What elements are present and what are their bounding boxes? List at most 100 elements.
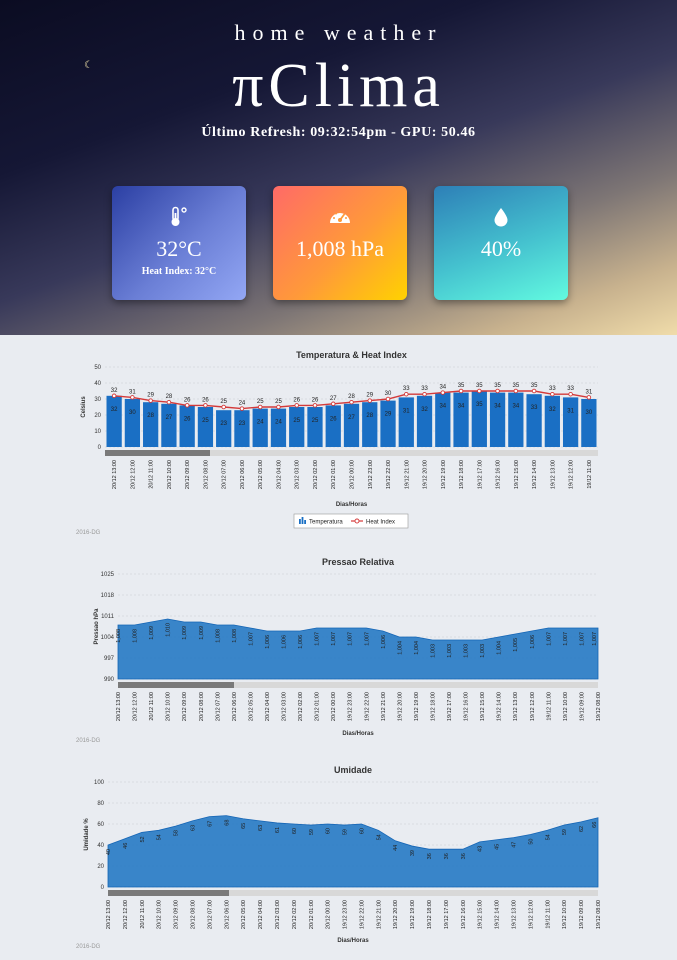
x-tick-label: 20/12 11:00	[140, 900, 146, 929]
area-data-label: 1,005	[513, 638, 519, 652]
area-data-label: 1,007	[579, 632, 585, 646]
area-data-label: 1,006	[381, 635, 387, 649]
line-data-label: 35	[458, 383, 465, 389]
line-data-label: 33	[403, 386, 410, 392]
heat-index-point	[404, 391, 409, 397]
refresh-status: Último Refresh: 09:32:54pm - GPU: 50.46	[201, 125, 476, 140]
temperature-bar	[416, 395, 433, 447]
app-subtitle: home weather	[234, 20, 443, 45]
x-tick-label: 19/12 23:00	[348, 692, 354, 721]
x-tick-label: 20/12 05:00	[258, 460, 264, 489]
bar-data-label: 34	[439, 404, 446, 410]
x-tick-label: 19/12 22:00	[364, 692, 370, 721]
x-tick-label: 19/12 18:00	[430, 692, 436, 721]
x-tick-label: 19/12 20:00	[423, 460, 429, 489]
y-tick-label: 40	[94, 381, 101, 387]
heat-index-point	[550, 391, 555, 397]
area-data-label: 59	[343, 829, 349, 835]
area-data-label: 45	[495, 844, 501, 850]
temperature-bar	[526, 394, 542, 447]
line-data-label: 25	[257, 399, 264, 405]
pressure-value: 1,008 hPa	[296, 236, 384, 261]
x-tick-label: 19/12 15:00	[514, 460, 520, 489]
bar-data-label: 27	[166, 415, 173, 421]
bar-data-label: 25	[202, 418, 209, 424]
x-tick-label: 20/12 13:00	[106, 900, 112, 929]
scrollbar-thumb	[105, 450, 210, 456]
area-data-label: 1,007	[364, 632, 370, 646]
line-data-label: 26	[312, 397, 319, 403]
x-tick-label: 19/12 22:00	[359, 900, 365, 929]
bar-data-label: 28	[366, 413, 373, 419]
area-series	[107, 815, 599, 888]
line-data-label: 33	[567, 386, 574, 392]
line-data-label: 35	[512, 383, 519, 389]
area-data-label: 1,004	[497, 641, 503, 655]
temperature-bar	[216, 410, 232, 447]
bar-data-label: 23	[239, 421, 246, 427]
x-tick-label: 19/12 22:00	[386, 460, 392, 489]
x-tick-label: 20/12 08:00	[190, 900, 196, 929]
x-tick-label: 20/12 11:00	[149, 460, 155, 489]
x-tick-label: 19/12 13:00	[512, 900, 518, 929]
temperature-bar	[143, 402, 159, 447]
area-data-label: 46	[123, 843, 129, 849]
x-tick-label: 19/12 09:00	[579, 900, 585, 929]
bar-data-label: 25	[293, 418, 300, 424]
x-tick-label: 19/12 13:00	[550, 460, 556, 489]
temperature-bar	[234, 410, 250, 447]
heat-index-point	[568, 391, 573, 397]
x-tick-label: 19/12 17:00	[447, 692, 453, 721]
y-axis-label: Pressao hPa	[94, 608, 100, 645]
gauge-icon	[273, 206, 407, 233]
temperature-bar	[197, 407, 214, 447]
area-data-label: 1,008	[215, 629, 221, 643]
heat-index-point	[458, 388, 464, 394]
area-data-label: 1,008	[116, 629, 122, 643]
bar-data-label: 24	[257, 420, 264, 426]
bar-data-label: 26	[184, 416, 191, 422]
x-tick-label: 20/12 06:00	[224, 900, 230, 929]
area-data-label: 1,006	[265, 635, 271, 649]
area-data-label: 60	[359, 828, 365, 834]
y-tick-label: 1004	[101, 635, 115, 641]
x-tick-label: 19/12 13:00	[513, 692, 519, 721]
line-data-label: 26	[202, 397, 209, 403]
area-data-label: 44	[393, 845, 399, 851]
heat-index-point	[203, 403, 208, 408]
bar-data-label: 23	[220, 421, 227, 427]
line-data-label: 25	[275, 399, 282, 405]
heat-index-point	[257, 404, 263, 410]
line-data-label: 35	[494, 383, 501, 389]
x-tick-label: 19/12 14:00	[495, 900, 501, 929]
temperature-chart: Temperatura & Heat Index 0 10 20 30 40 50 Celsi…	[81, 350, 598, 529]
y-tick-label: 40	[97, 843, 104, 849]
area-data-label: 1,007	[592, 632, 598, 646]
x-tick-label: 19/12 12:00	[569, 460, 575, 489]
area-data-label: 54	[376, 834, 382, 840]
bar-data-label: 31	[403, 408, 410, 414]
heat-index-point	[294, 403, 299, 408]
x-tick-label: 19/12 10:00	[562, 900, 568, 929]
temperature-bar	[252, 408, 268, 447]
area-data-label: 52	[140, 836, 146, 842]
x-tick-label: 19/12 17:00	[444, 900, 450, 929]
x-tick-label: 19/12 23:00	[343, 900, 349, 929]
heat-index-point	[330, 401, 336, 407]
x-tick-label: 20/12 07:00	[207, 900, 213, 929]
x-tick-label: 20/12 09:00	[185, 460, 191, 489]
x-tick-label: 20/12 06:00	[240, 460, 246, 489]
heat-index-point	[440, 390, 446, 395]
x-tick-label: 19/12 14:00	[497, 692, 503, 721]
temperature-bar	[435, 392, 451, 447]
x-tick-label: 19/12 16:00	[461, 900, 467, 929]
area-data-label: 40	[106, 849, 112, 855]
x-tick-label: 20/12 10:00	[166, 692, 172, 721]
x-tick-label: 19/12 15:00	[480, 692, 486, 721]
temperature-bar	[398, 397, 414, 447]
credit-label: 2016-DG	[76, 530, 101, 536]
area-data-label: 1,009	[149, 626, 155, 640]
scrollbar-thumb	[118, 682, 234, 688]
line-data-label: 34	[439, 385, 446, 391]
bar-data-label: 25	[312, 418, 319, 424]
